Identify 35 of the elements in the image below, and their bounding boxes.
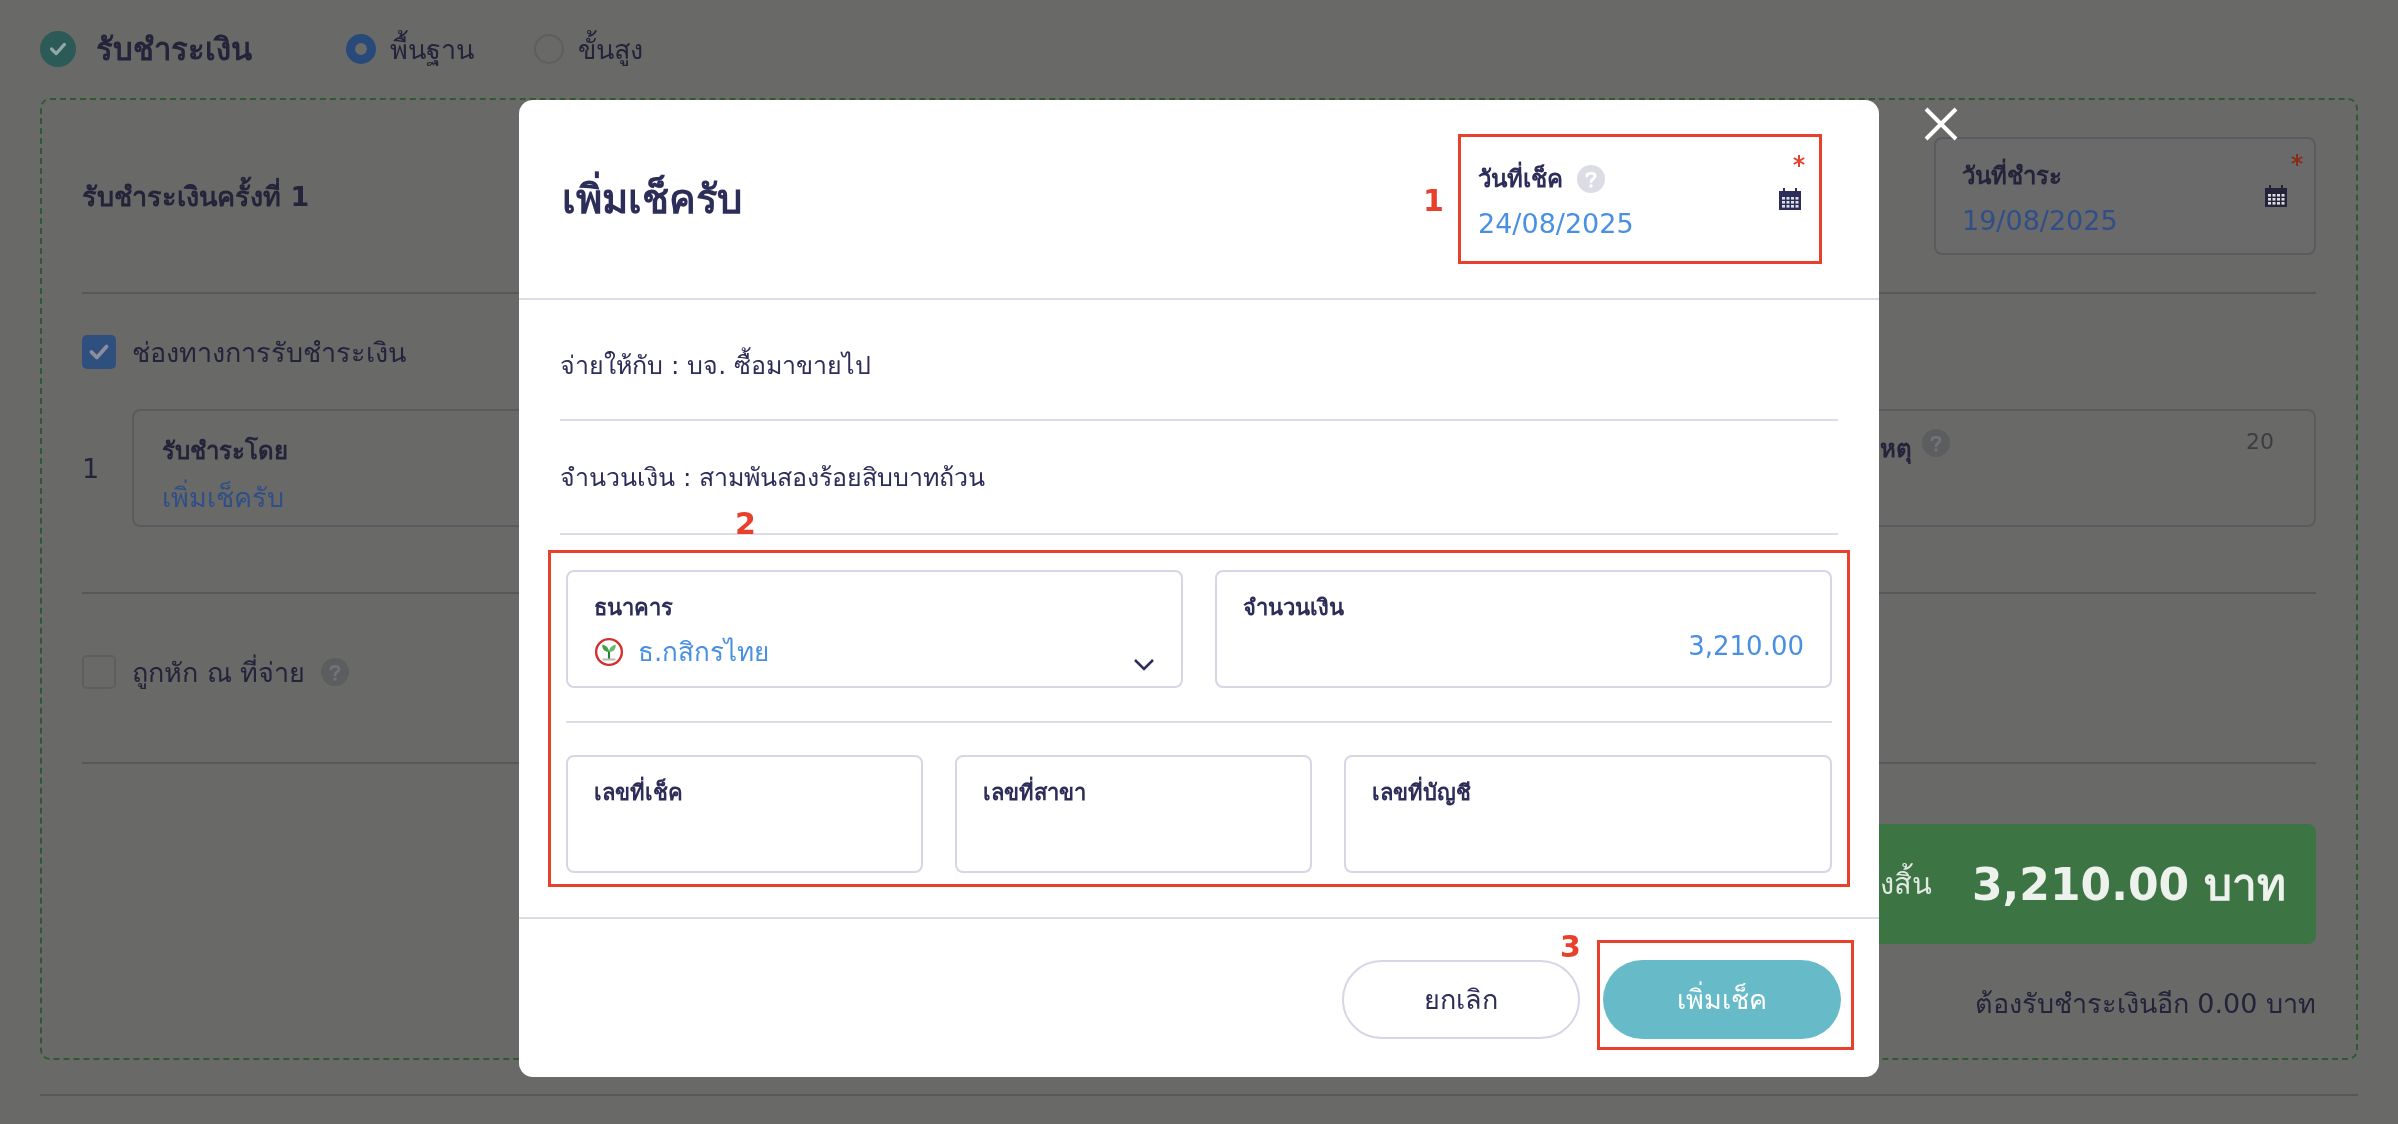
field-label: หตุ xyxy=(1880,434,1912,466)
bank-value: ธ.กสิกรไทย xyxy=(638,636,770,669)
chevron-down-icon[interactable] xyxy=(1133,658,1155,672)
field-label: จำนวนเงิน xyxy=(1243,594,1345,622)
amount-field[interactable]: จำนวนเงิน 3,210.00 xyxy=(1215,570,1832,688)
field-label: รับชำระโดย xyxy=(162,435,289,467)
section-title: รับชำระเงิน xyxy=(96,30,252,69)
dialog-title: เพิ่มเช็ครับ xyxy=(562,167,742,231)
checkbox[interactable] xyxy=(82,335,116,369)
help-icon[interactable] xyxy=(1577,164,1605,193)
input-field[interactable]: เลขที่บัญชี xyxy=(1344,755,1832,873)
calendar-icon[interactable] xyxy=(2264,184,2288,208)
total-label: งสิ้น xyxy=(1880,861,1932,907)
step-number: 2 xyxy=(735,506,756,541)
date-value: 19/08/2025 xyxy=(1962,205,2118,236)
checkbox-label: ถูกหัก ณ ที่จ่าย xyxy=(132,653,306,691)
field-label: วันที่เช็ค xyxy=(1478,159,1563,198)
field-label: วันที่ชำระ xyxy=(1962,156,2118,195)
field-label: ธนาคาร xyxy=(594,594,674,622)
date-value: 24/08/2025 xyxy=(1478,208,1634,239)
payee-text: จ่ายให้กับ : บจ. ซื้อมาขายไป xyxy=(560,300,1838,421)
step-number: 1 xyxy=(1423,183,1444,218)
checkbox-label: ช่องทางการรับชำระเงิน xyxy=(132,335,406,370)
row-number: 1 xyxy=(82,452,101,484)
total-amount: 3,210.00 บาท xyxy=(1972,858,2287,912)
bank-select[interactable]: ธนาคาร ธ.กสิกรไทย xyxy=(566,570,1183,688)
close-icon[interactable] xyxy=(1923,106,1959,142)
calendar-icon[interactable] xyxy=(1778,187,1802,211)
input-field[interactable]: เลขที่เช็ค xyxy=(566,755,923,873)
amount-value: 3,210.00 xyxy=(1687,631,1804,661)
cancel-button[interactable]: ยกเลิก xyxy=(1342,960,1580,1039)
input-field[interactable]: เลขที่สาขา xyxy=(955,755,1312,873)
card-title: รับชำระเงินครั้งที่ 1 xyxy=(82,174,310,218)
bank-logo-icon xyxy=(594,636,624,667)
remaining-amount: ต้องรับชำระเงินอีก 0.00 บาท xyxy=(1974,987,2316,1021)
